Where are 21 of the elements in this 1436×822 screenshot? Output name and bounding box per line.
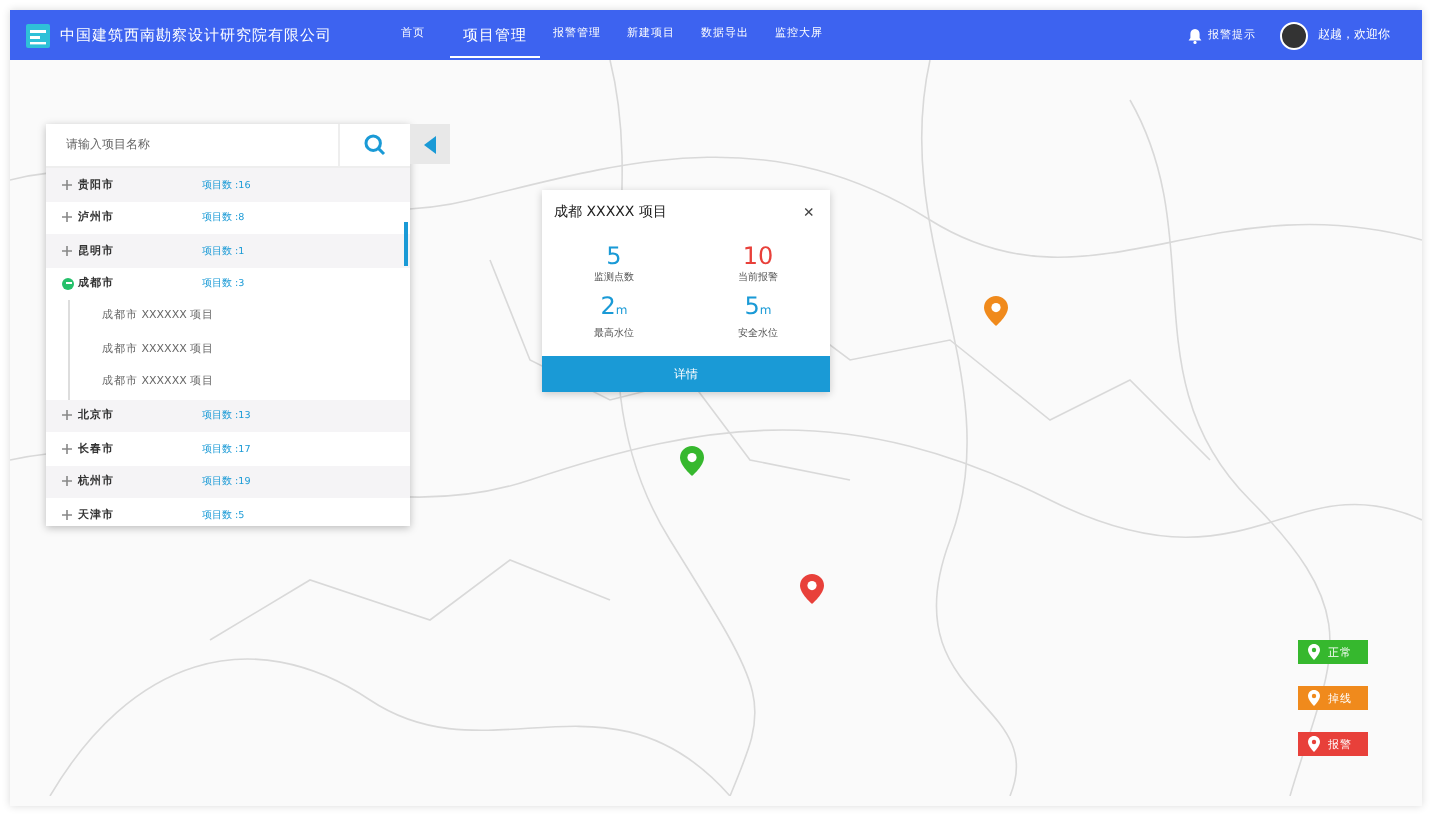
stat-value: 5 bbox=[606, 242, 622, 270]
expand-icon[interactable] bbox=[62, 245, 72, 256]
stat-value: 10 bbox=[742, 242, 774, 270]
logo-icon bbox=[26, 23, 50, 47]
expand-icon[interactable] bbox=[62, 509, 72, 520]
expand-icon[interactable] bbox=[62, 476, 72, 487]
close-button[interactable]: × bbox=[803, 202, 814, 222]
expand-icon[interactable] bbox=[62, 410, 72, 421]
map-pin-icon[interactable] bbox=[800, 574, 824, 604]
map-pin-icon[interactable] bbox=[984, 296, 1008, 326]
expand-icon[interactable] bbox=[62, 443, 72, 454]
collapse-panel-button[interactable] bbox=[410, 124, 450, 164]
map-pin-icon[interactable] bbox=[680, 446, 704, 476]
avatar-icon[interactable] bbox=[1280, 21, 1308, 49]
expand-icon[interactable] bbox=[62, 212, 72, 223]
expand-icon[interactable] bbox=[62, 179, 72, 190]
search-icon[interactable] bbox=[364, 134, 386, 156]
scrollbar[interactable] bbox=[404, 222, 408, 266]
collapse-icon[interactable] bbox=[62, 277, 74, 290]
triangle-left-icon bbox=[424, 135, 436, 153]
bell-icon[interactable] bbox=[1188, 27, 1202, 43]
